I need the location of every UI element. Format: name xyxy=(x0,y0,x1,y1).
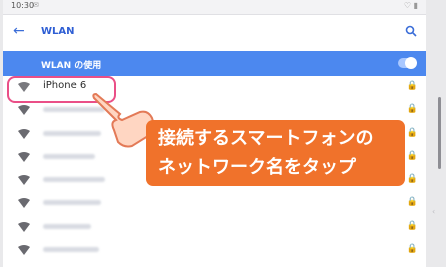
status-bar: 10:30 ✉ ♡ ▮ xyxy=(3,0,426,15)
network-row[interactable]: 🔒 xyxy=(3,215,426,238)
callout-line-1: 接続するスマートフォンの xyxy=(158,128,374,149)
notification-icon: ✉ xyxy=(33,1,39,9)
wlan-switch[interactable] xyxy=(398,57,417,69)
network-name-obscured xyxy=(43,247,99,253)
wifi-signal-icon xyxy=(18,151,30,162)
network-name-obscured xyxy=(43,223,91,229)
callout-line-2: ネットワーク名をタップ xyxy=(158,157,356,178)
device-frame: 10:30 ✉ ♡ ▮ ← WLAN WLAN の使用 iPhone 6 🔒 🔒 🔒 🔒… xyxy=(0,0,446,267)
lock-icon: 🔒 xyxy=(406,81,418,91)
lock-icon: 🔒 xyxy=(406,220,418,231)
lock-icon: 🔒 xyxy=(406,174,418,185)
wlan-toggle-row[interactable]: WLAN の使用 xyxy=(3,51,426,76)
wifi-signal-icon xyxy=(18,245,30,256)
lock-icon: 🔒 xyxy=(406,244,418,255)
wifi-signal-icon xyxy=(18,221,30,232)
battery-icon: ♡ ▮ xyxy=(403,1,418,10)
lock-icon: 🔒 xyxy=(406,150,418,161)
network-name-obscured xyxy=(43,177,105,183)
status-time: 10:30 xyxy=(11,1,35,10)
wifi-signal-icon xyxy=(18,105,30,116)
switch-knob xyxy=(405,57,417,69)
arrow-left-icon[interactable]: ← xyxy=(13,23,25,39)
app-bar: ← WLAN xyxy=(3,15,426,51)
lock-icon: 🔒 xyxy=(406,104,418,115)
network-row[interactable]: 🔒 xyxy=(3,191,426,214)
lock-icon: 🔒 xyxy=(406,127,418,138)
search-icon[interactable] xyxy=(404,24,418,38)
instruction-callout: 接続するスマートフォンの ネットワーク名をタップ xyxy=(146,120,405,186)
network-row[interactable]: 🔒 xyxy=(3,238,426,261)
network-name-obscured xyxy=(43,200,101,206)
network-name-obscured xyxy=(43,153,95,159)
page-title: WLAN xyxy=(41,26,75,37)
wifi-signal-icon xyxy=(18,198,30,209)
wifi-signal-icon xyxy=(18,175,30,186)
wifi-signal-icon xyxy=(18,128,30,139)
chevron-left-icon[interactable]: ‹ xyxy=(432,207,435,216)
wlan-toggle-label: WLAN の使用 xyxy=(41,61,102,71)
lock-icon: 🔒 xyxy=(406,197,418,208)
scrollbar[interactable] xyxy=(438,97,441,169)
